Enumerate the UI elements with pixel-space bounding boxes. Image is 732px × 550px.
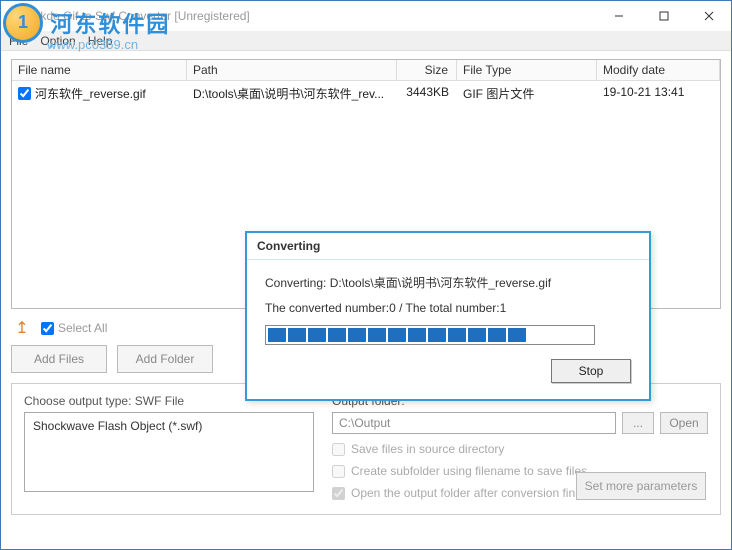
open-folder-button[interactable]: Open: [660, 412, 708, 434]
progress-segment: [588, 328, 606, 342]
col-path[interactable]: Path: [187, 60, 397, 80]
select-all-label: Select All: [58, 321, 107, 335]
progress-segment: [308, 328, 326, 342]
output-folder-input[interactable]: [332, 412, 616, 434]
row-checkbox[interactable]: [18, 87, 31, 100]
set-more-parameters-button[interactable]: Set more parameters: [576, 472, 706, 500]
select-all-checkbox[interactable]: [41, 322, 54, 335]
opt-open-after-checkbox: [332, 487, 345, 500]
output-type-box[interactable]: Shockwave Flash Object (*.swf): [24, 412, 314, 492]
browse-button[interactable]: ...: [622, 412, 654, 434]
window-title: Okdo Gif to Swf Converter [Unregistered]: [31, 9, 250, 23]
dialog-line1-prefix: Converting:: [265, 276, 330, 290]
table-row[interactable]: 河东软件_reverse.gif D:\tools\桌面\说明书\河东软件_re…: [12, 81, 720, 106]
dialog-converting-line: Converting: D:\tools\桌面\说明书\河东软件_reverse…: [265, 274, 631, 291]
move-up-icon[interactable]: ↥: [11, 317, 33, 339]
opt-subfolder-checkbox: [332, 465, 345, 478]
col-filetype[interactable]: File Type: [457, 60, 597, 80]
close-button[interactable]: [686, 1, 731, 31]
dialog-line1-path: D:\tools\桌面\说明书\河东软件_reverse.gif: [330, 276, 551, 290]
cell-modify: 19-10-21 13:41: [597, 83, 720, 104]
progress-segment: [568, 328, 586, 342]
add-folder-button[interactable]: Add Folder: [117, 345, 213, 373]
menu-file[interactable]: File: [9, 34, 28, 48]
col-size[interactable]: Size: [397, 60, 457, 80]
progress-segment: [488, 328, 506, 342]
minimize-button[interactable]: [596, 1, 641, 31]
output-panel: Choose output type: SWF File Shockwave F…: [11, 383, 721, 515]
progress-segment: [348, 328, 366, 342]
col-modify[interactable]: Modify date: [597, 60, 720, 80]
opt-save-source-checkbox: [332, 443, 345, 456]
converting-dialog: Converting Converting: D:\tools\桌面\说明书\河…: [245, 231, 651, 401]
add-files-button[interactable]: Add Files: [11, 345, 107, 373]
cell-size: 3443KB: [397, 83, 457, 104]
progress-segment: [408, 328, 426, 342]
titlebar: Okdo Gif to Swf Converter [Unregistered]: [1, 1, 731, 31]
progress-bar: [265, 325, 595, 345]
progress-segment: [448, 328, 466, 342]
progress-segment: [548, 328, 566, 342]
progress-segment: [268, 328, 286, 342]
menu-help[interactable]: Help: [88, 34, 113, 48]
opt-subfolder-label: Create subfolder using filename to save …: [351, 464, 587, 478]
progress-segment: [388, 328, 406, 342]
dialog-count-line: The converted number:0 / The total numbe…: [265, 301, 631, 315]
table-header: File name Path Size File Type Modify dat…: [12, 60, 720, 81]
progress-segment: [288, 328, 306, 342]
progress-segment: [528, 328, 546, 342]
menubar: File Option Help: [1, 31, 731, 51]
stop-button[interactable]: Stop: [551, 359, 631, 383]
opt-open-after-label: Open the output folder after conversion …: [351, 486, 604, 500]
progress-segment: [368, 328, 386, 342]
output-type-value: Shockwave Flash Object (*.swf): [33, 419, 202, 433]
progress-segment: [428, 328, 446, 342]
progress-segment: [328, 328, 346, 342]
maximize-button[interactable]: [641, 1, 686, 31]
progress-segment: [508, 328, 526, 342]
app-icon: [9, 8, 25, 24]
cell-filetype: GIF 图片文件: [457, 83, 597, 104]
select-all[interactable]: Select All: [41, 321, 107, 335]
dialog-title: Converting: [247, 233, 649, 260]
cell-filename: 河东软件_reverse.gif: [35, 85, 146, 102]
col-filename[interactable]: File name: [12, 60, 187, 80]
progress-segment: [468, 328, 486, 342]
opt-save-source-label: Save files in source directory: [351, 442, 504, 456]
cell-path: D:\tools\桌面\说明书\河东软件_rev...: [187, 83, 397, 104]
menu-option[interactable]: Option: [40, 34, 75, 48]
